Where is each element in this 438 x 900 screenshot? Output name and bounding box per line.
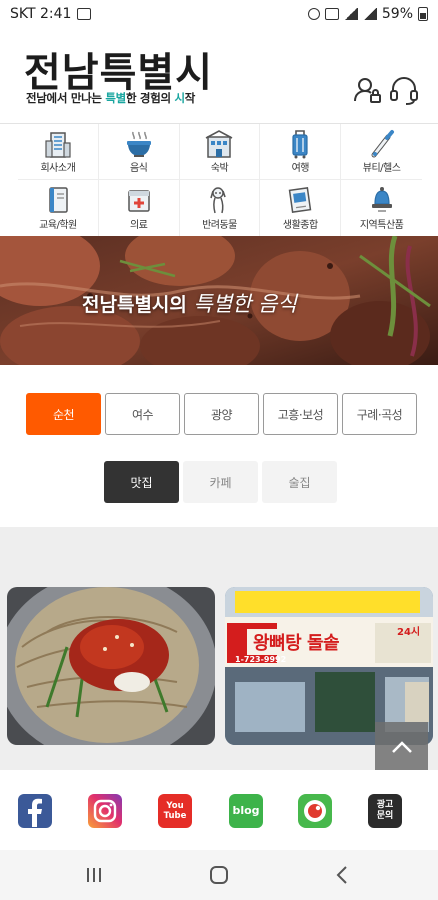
gallery-notification-icon <box>77 8 92 20</box>
kakao-link[interactable] <box>298 794 332 828</box>
store-phone-text: 1-723-9992 <box>235 655 287 664</box>
store-hours-text: 24시 <box>397 627 421 638</box>
youtube-label-bottom: Tube <box>163 811 187 821</box>
battery-icon <box>418 7 428 21</box>
tagline-highlight: 특별 <box>105 91 126 105</box>
type-tab-bar[interactable]: 술집 <box>262 461 337 503</box>
dog-icon <box>210 187 227 214</box>
category-label: 회사소개 <box>40 163 76 174</box>
banner-headline: 전남특별시의 특별한 음식 <box>82 288 297 318</box>
alarm-icon <box>307 8 320 20</box>
instagram-icon <box>93 799 117 823</box>
kakao-icon <box>304 800 326 822</box>
noodle-dish-photo <box>7 587 215 745</box>
facebook-link[interactable] <box>18 794 52 828</box>
recent-apps-icon[interactable] <box>80 862 108 888</box>
type-tab-restaurant[interactable]: 맛집 <box>104 461 179 503</box>
blog-label: blog <box>232 804 260 817</box>
category-label: 숙박 <box>210 163 229 174</box>
tagline-part: 작 <box>184 91 196 105</box>
ad-inquiry-link[interactable]: 광고 문의 <box>368 794 402 828</box>
home-icon[interactable] <box>205 862 233 888</box>
battery-percent: 59% <box>381 6 413 22</box>
system-nav-bar <box>0 850 438 900</box>
bell-gift-icon <box>371 187 392 212</box>
region-tab-yeosu[interactable]: 여수 <box>105 393 180 435</box>
beauty-pen-icon <box>371 130 394 158</box>
signal-icon <box>362 8 377 20</box>
tagline-highlight: 시 <box>174 91 185 105</box>
category-company[interactable]: 회사소개 <box>18 124 99 180</box>
region-tab-suncheon[interactable]: 순천 <box>26 393 101 435</box>
store-sign-text: 왕뼈탕 돌솥 <box>247 629 346 655</box>
category-label: 교육/학원 <box>39 220 77 231</box>
category-label: 뷰티/헬스 <box>362 163 401 174</box>
category-travel[interactable]: 여행 <box>260 124 342 180</box>
photo-frame-icon <box>288 187 312 213</box>
category-label: 여행 <box>291 163 310 174</box>
banner-text-bold: 전남특별시의 <box>82 294 187 316</box>
banner-text-script: 특별한 음식 <box>193 292 297 316</box>
building-icon <box>45 132 71 158</box>
book-icon <box>49 187 68 213</box>
ad-label-top: 광고 <box>376 800 394 810</box>
place-type-tabs: 맛집 카페 술집 <box>104 461 337 503</box>
category-pets[interactable]: 반려동물 <box>180 180 261 236</box>
blog-link[interactable]: blog <box>229 794 263 828</box>
category-lodging[interactable]: 숙박 <box>179 124 261 180</box>
medical-cross-icon <box>127 190 150 212</box>
restaurant-card[interactable] <box>7 587 215 745</box>
region-tabs: 순천 여수 광양 고흥·보성 구례·곡성 <box>26 393 418 435</box>
status-bar: SKT 2:41 59% <box>0 0 438 28</box>
tagline-part: 한 경험의 <box>125 91 175 105</box>
category-label: 반려동물 <box>202 220 237 231</box>
category-food[interactable]: 음식 <box>98 124 180 180</box>
facebook-icon <box>28 798 42 827</box>
social-links-bar: You Tube blog 광고 문의 <box>0 770 438 850</box>
user-login-icon[interactable] <box>352 74 384 106</box>
youtube-link[interactable]: You Tube <box>158 794 192 828</box>
chevron-up-icon <box>391 741 412 753</box>
instagram-link[interactable] <box>88 794 122 828</box>
category-living[interactable]: 생활종합 <box>260 180 342 236</box>
back-icon[interactable] <box>328 862 356 888</box>
category-medical[interactable]: 의료 <box>99 180 180 236</box>
ad-label-bottom: 문의 <box>376 811 394 821</box>
suitcase-icon <box>292 130 308 159</box>
category-label: 지역특산품 <box>359 220 404 231</box>
category-beauty-health[interactable]: 뷰티/헬스 <box>341 124 422 180</box>
region-tab-gurye-gokseong[interactable]: 구례·곡성 <box>342 393 417 435</box>
type-tab-cafe[interactable]: 카페 <box>183 461 258 503</box>
food-bowl-icon <box>126 131 151 157</box>
food-banner[interactable]: 전남특별시의 특별한 음식 <box>0 236 438 365</box>
category-grid: 회사소개 음식 숙박 여행 뷰티/헬스 교육/학원 의료 반려동물 생활종합 지… <box>18 124 422 236</box>
scroll-to-top-button[interactable] <box>375 722 428 772</box>
site-tagline: 전남에서 만나는 특별한 경험의 시작 <box>26 90 195 106</box>
category-education[interactable]: 교육/학원 <box>18 180 99 236</box>
wifi-icon <box>343 8 358 20</box>
region-tab-gwangyang[interactable]: 광양 <box>184 393 259 435</box>
tagline-part: 전남에서 만나는 <box>26 91 106 105</box>
hotel-icon <box>206 130 233 158</box>
region-tab-goheung-boseong[interactable]: 고흥·보성 <box>263 393 338 435</box>
restaurant-gallery: 왕뼈탕 돌솥 1-723-9992 24시 <box>0 527 438 770</box>
category-label: 음식 <box>129 163 148 174</box>
lte-icon <box>324 8 339 20</box>
youtube-label-top: You <box>166 801 184 811</box>
category-local-products[interactable]: 지역특산품 <box>341 180 422 236</box>
category-label: 생활종합 <box>282 220 318 231</box>
site-header: 전남특별시 전남에서 만나는 특별한 경험의 시작 <box>0 28 438 124</box>
carrier-time: SKT 2:41 <box>10 6 72 22</box>
category-label: 의료 <box>129 220 148 231</box>
headset-support-icon[interactable] <box>388 74 420 106</box>
